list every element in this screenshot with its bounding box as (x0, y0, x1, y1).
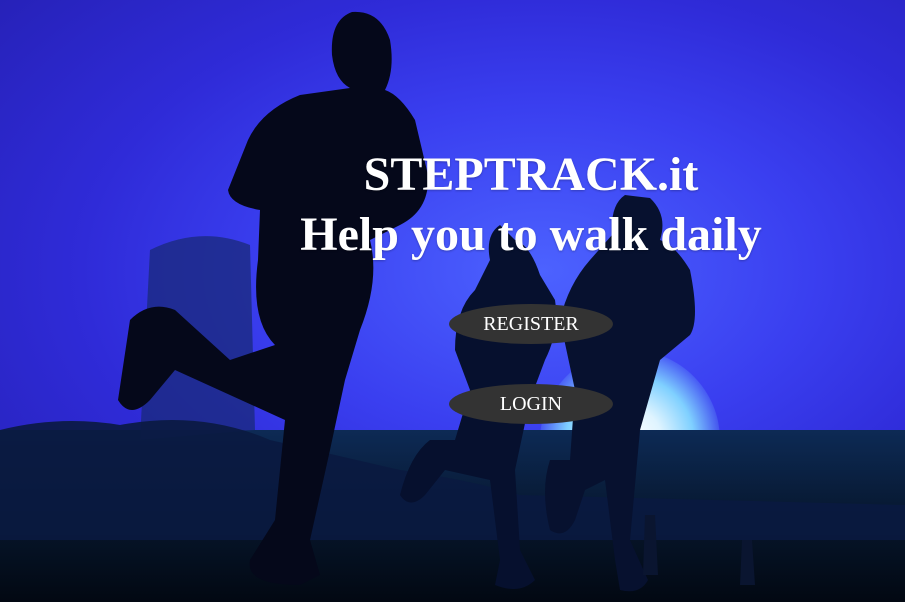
hero-background: STEPTRACK.it Help you to walk daily REGI… (0, 0, 905, 602)
horizon-trees (0, 420, 905, 540)
brand-title: STEPTRACK.it (363, 148, 699, 201)
register-button[interactable]: REGISTER (449, 304, 613, 344)
distant-walker (740, 540, 755, 585)
login-button[interactable]: LOGIN (449, 384, 613, 424)
runners-photo (0, 11, 905, 592)
tagline: Help you to walk daily (300, 208, 762, 261)
